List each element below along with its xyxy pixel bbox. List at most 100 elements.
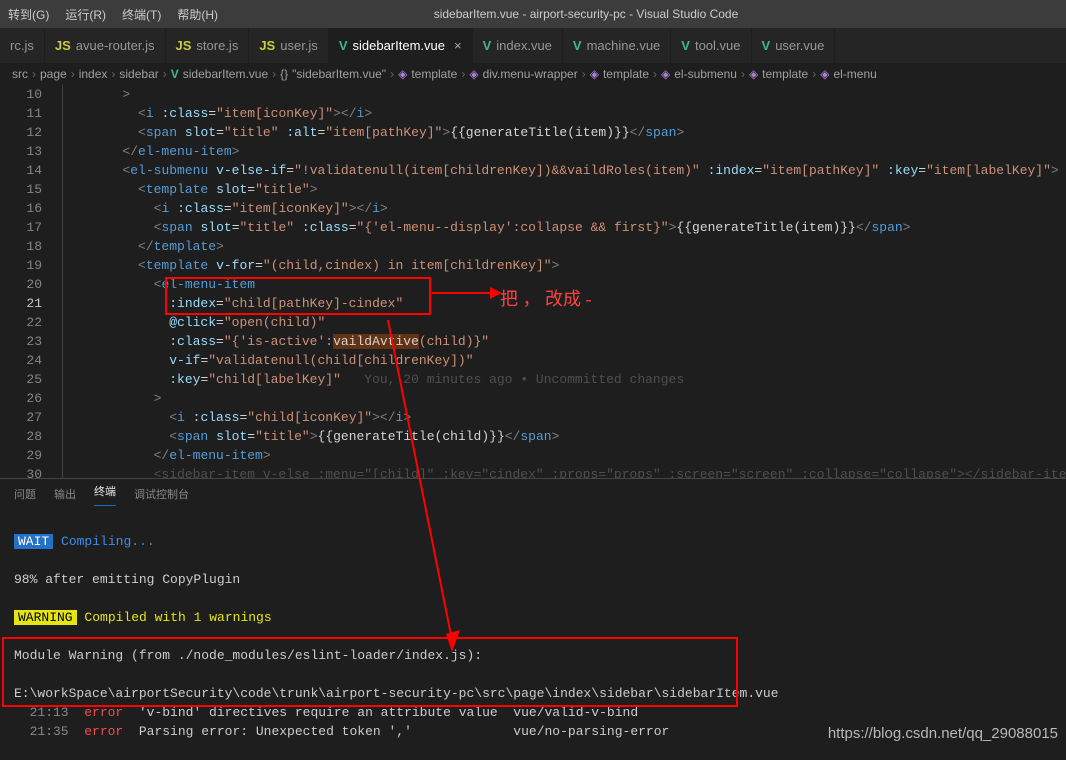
panel: 问题 输出 终端 调试控制台 WAIT Compiling... 98% aft… bbox=[0, 478, 1066, 760]
code-line: <i :class="item[iconKey]"></i> bbox=[60, 104, 1066, 123]
code-line: :class="{'is-active':vaildAvtive(child)}… bbox=[60, 332, 1066, 351]
wait-badge: WAIT bbox=[14, 534, 53, 549]
code-line: <span slot="title" :class="{'el-menu--di… bbox=[60, 218, 1066, 237]
line-number: 19 bbox=[0, 256, 42, 275]
error-msg: Parsing error: Unexpected token ',' vue/… bbox=[123, 724, 669, 739]
code-line: @click="open(child)" bbox=[60, 313, 1066, 332]
panel-tab-debug[interactable]: 调试控制台 bbox=[134, 486, 189, 502]
code-line: </el-menu-item> bbox=[60, 142, 1066, 161]
terminal-text: Compiling... bbox=[61, 534, 155, 549]
crumb[interactable]: sidebarItem.vue bbox=[183, 67, 268, 81]
chevron-right-icon: › bbox=[582, 67, 586, 81]
line-number: 23 bbox=[0, 332, 42, 351]
line-number: 22 bbox=[0, 313, 42, 332]
line-number: 17 bbox=[0, 218, 42, 237]
code-line: <span slot="title" :alt="item[pathKey]">… bbox=[60, 123, 1066, 142]
chevron-right-icon: › bbox=[741, 67, 745, 81]
code-line: </template> bbox=[60, 237, 1066, 256]
crumb[interactable]: template bbox=[762, 67, 808, 81]
error-kw: error bbox=[84, 724, 123, 739]
tab-user-vue[interactable]: Vuser.vue bbox=[752, 28, 836, 63]
terminal-text: 98% after emitting CopyPlugin bbox=[14, 572, 240, 587]
tab-label: avue-router.js bbox=[76, 38, 155, 53]
chevron-right-icon: › bbox=[390, 67, 394, 81]
tab-label: machine.vue bbox=[587, 38, 661, 53]
menubar: 转到(G) 运行(R) 终端(T) 帮助(H) sidebarItem.vue … bbox=[0, 0, 1066, 28]
code-line: <sidebar-item v-else :menu="[child]" :ke… bbox=[60, 465, 1066, 478]
tab-user-js[interactable]: JS user.js bbox=[249, 28, 328, 63]
crumb[interactable]: div.menu-wrapper bbox=[483, 67, 578, 81]
code-line: </el-menu-item> bbox=[60, 446, 1066, 465]
tab-store[interactable]: JS store.js bbox=[166, 28, 250, 63]
tab-index-vue[interactable]: Vindex.vue bbox=[473, 28, 563, 63]
tab-machine[interactable]: Vmachine.vue bbox=[563, 28, 671, 63]
terminal-text: Compiled with 1 warnings bbox=[84, 610, 271, 625]
terminal-output[interactable]: WAIT Compiling... 98% after emitting Cop… bbox=[0, 509, 1066, 760]
chevron-right-icon: › bbox=[163, 67, 167, 81]
crumb[interactable]: page bbox=[40, 67, 67, 81]
js-icon: JS bbox=[176, 38, 192, 53]
crumb[interactable]: el-menu bbox=[833, 67, 876, 81]
annotation-text: 把 ， 改成 - bbox=[500, 285, 592, 311]
tab-avue-router[interactable]: JS avue-router.js bbox=[45, 28, 166, 63]
annotation-box-terminal bbox=[2, 637, 738, 707]
tab-label: store.js bbox=[196, 38, 238, 53]
crumb[interactable]: index bbox=[79, 67, 108, 81]
vue-icon: V bbox=[483, 38, 492, 53]
panel-tab-terminal[interactable]: 终端 bbox=[94, 483, 116, 506]
vue-icon: V bbox=[573, 38, 582, 53]
code-line: > bbox=[60, 389, 1066, 408]
menu-run[interactable]: 运行(R) bbox=[57, 6, 114, 23]
code-line: <el-submenu v-else-if="!validatenull(ite… bbox=[60, 161, 1066, 180]
tab-label: user.js bbox=[280, 38, 318, 53]
code-line: <template slot="title"> bbox=[60, 180, 1066, 199]
close-icon[interactable]: × bbox=[450, 38, 462, 53]
tab-label: rc.js bbox=[10, 38, 34, 53]
crumb[interactable]: "sidebarItem.vue" bbox=[292, 67, 386, 81]
crumb[interactable]: sidebar bbox=[119, 67, 158, 81]
line-number: 27 bbox=[0, 408, 42, 427]
crumb[interactable]: {} bbox=[280, 67, 288, 81]
error-loc: 21:35 bbox=[14, 724, 84, 739]
code-line: <template v-for="(child,cindex) in item[… bbox=[60, 256, 1066, 275]
error-msg: 'v-bind' directives require an attribute… bbox=[123, 705, 638, 720]
line-number: 16 bbox=[0, 199, 42, 218]
line-number: 11 bbox=[0, 104, 42, 123]
menu-help[interactable]: 帮助(H) bbox=[169, 6, 226, 23]
line-number: 18 bbox=[0, 237, 42, 256]
tab-label: tool.vue bbox=[695, 38, 741, 53]
crumb[interactable]: template bbox=[603, 67, 649, 81]
crumb[interactable]: el-submenu bbox=[674, 67, 737, 81]
js-icon: JS bbox=[259, 38, 275, 53]
panel-tab-output[interactable]: 输出 bbox=[54, 486, 76, 502]
crumb[interactable]: src bbox=[12, 67, 28, 81]
crumb[interactable]: template bbox=[411, 67, 457, 81]
breadcrumb[interactable]: src› page› index› sidebar› VsidebarItem.… bbox=[0, 63, 1066, 85]
code-line: v-if="validatenull(child[childrenKey])" bbox=[60, 351, 1066, 370]
tab-label: index.vue bbox=[496, 38, 552, 53]
editor[interactable]: 10 11 12 13 14 15 16 17 18 19 20 21 22 2… bbox=[0, 85, 1066, 478]
line-number: 26 bbox=[0, 389, 42, 408]
menu-goto[interactable]: 转到(G) bbox=[0, 6, 57, 23]
chevron-right-icon: › bbox=[32, 67, 36, 81]
panel-tabs: 问题 输出 终端 调试控制台 bbox=[0, 479, 1066, 509]
tab-sidebaritem[interactable]: VsidebarItem.vue× bbox=[329, 28, 473, 63]
watermark: https://blog.csdn.net/qq_29088015 bbox=[828, 725, 1058, 742]
line-number: 25 bbox=[0, 370, 42, 389]
code-line: :key="child[labelKey]" You, 20 minutes a… bbox=[60, 370, 1066, 389]
line-number: 15 bbox=[0, 180, 42, 199]
panel-tab-problems[interactable]: 问题 bbox=[14, 486, 36, 502]
js-icon: JS bbox=[55, 38, 71, 53]
tab-rc-js[interactable]: rc.js bbox=[0, 28, 45, 63]
code-line: <span slot="title">{{generateTitle(child… bbox=[60, 427, 1066, 446]
git-blame-hint: You, 20 minutes ago • Uncommitted change… bbox=[364, 372, 684, 387]
tab-label: sidebarItem.vue bbox=[352, 38, 445, 53]
menu-terminal[interactable]: 终端(T) bbox=[114, 6, 169, 23]
tab-tool[interactable]: Vtool.vue bbox=[671, 28, 751, 63]
error-kw: error bbox=[84, 705, 123, 720]
chevron-right-icon: › bbox=[111, 67, 115, 81]
annotation-box bbox=[165, 277, 431, 315]
chevron-right-icon: › bbox=[272, 67, 276, 81]
line-number: 29 bbox=[0, 446, 42, 465]
line-number: 24 bbox=[0, 351, 42, 370]
